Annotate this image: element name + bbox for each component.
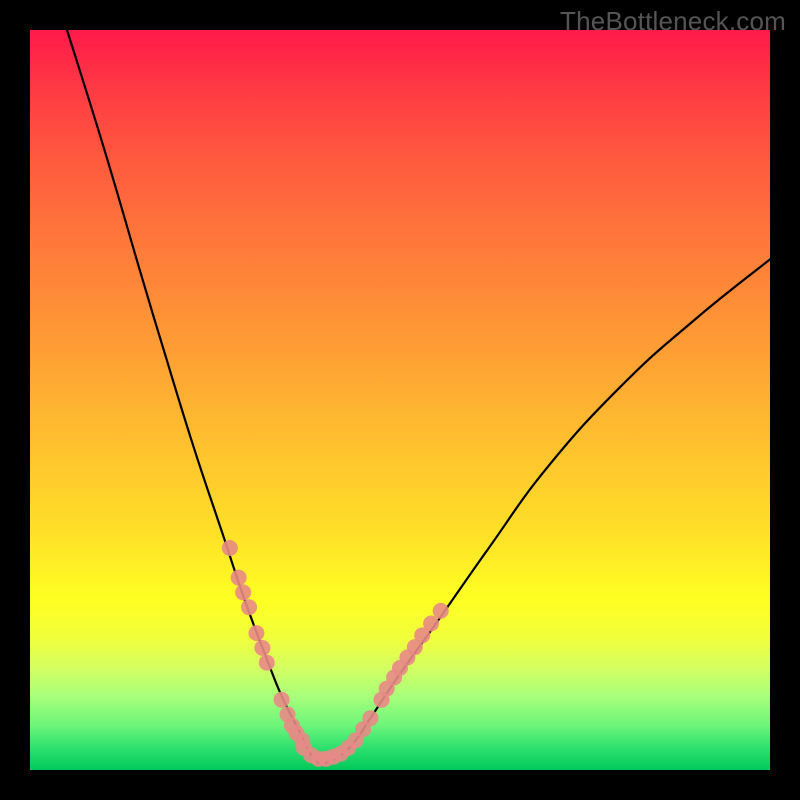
marker-dot [259, 655, 275, 671]
marker-dot [231, 570, 247, 586]
plot-area [30, 30, 770, 770]
marker-dot [222, 540, 238, 556]
watermark-text: TheBottleneck.com [560, 6, 786, 37]
marker-dot [423, 615, 439, 631]
marker-dot [248, 625, 264, 641]
marker-dot [254, 640, 270, 656]
marker-dot [235, 584, 251, 600]
curve-overlay [30, 30, 770, 770]
marker-dot [241, 599, 257, 615]
curve-markers [222, 540, 449, 767]
chart-container: TheBottleneck.com [0, 0, 800, 800]
marker-dot [362, 710, 378, 726]
marker-dot [433, 603, 449, 619]
marker-dot [274, 692, 290, 708]
